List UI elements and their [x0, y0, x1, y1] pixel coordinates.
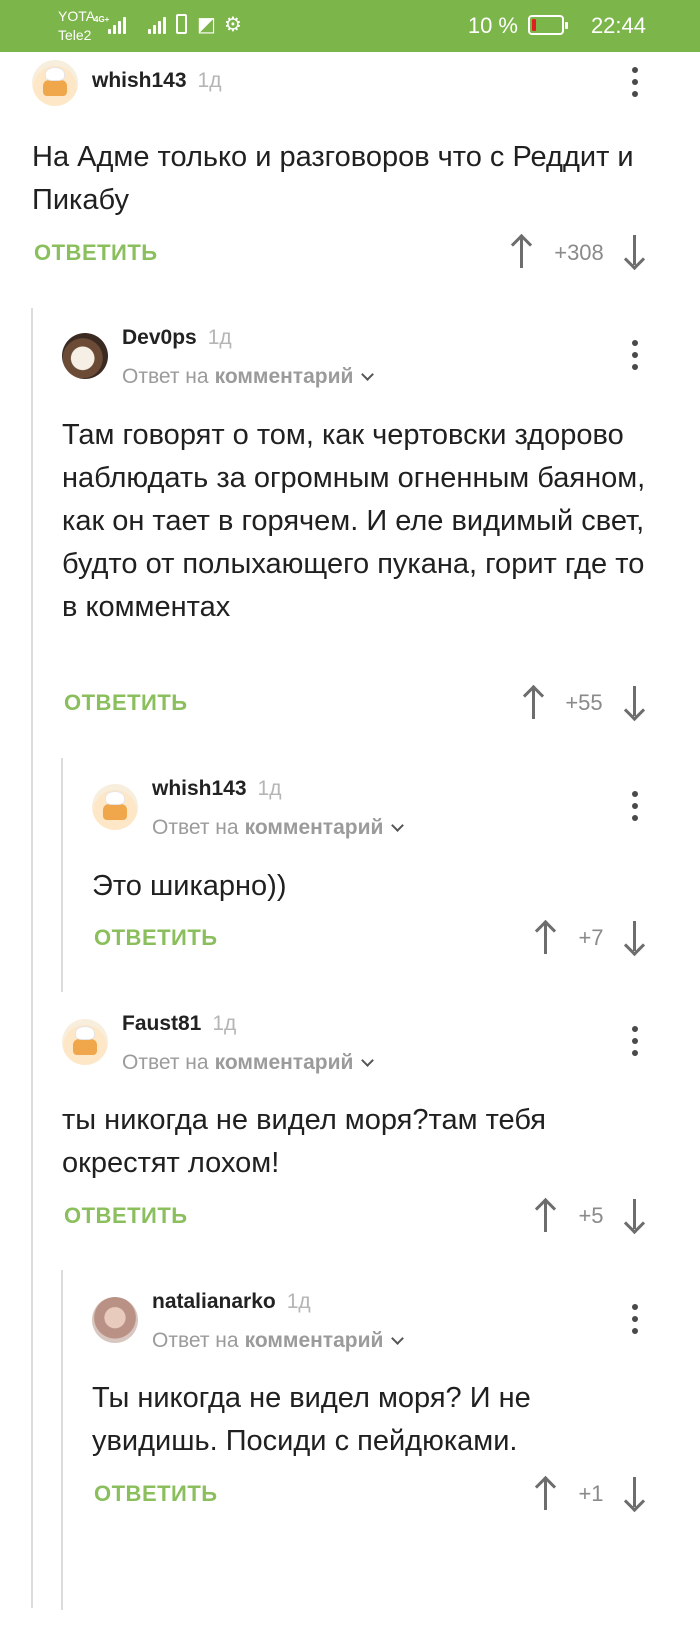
signal-icon — [108, 14, 126, 34]
comment-header: Faust81 1д Ответ на комментарий — [62, 1012, 375, 1075]
reply-to[interactable]: Ответ на комментарий — [122, 1051, 375, 1075]
username[interactable]: whish143 — [152, 777, 247, 801]
comment-header: whish143 1д — [32, 60, 221, 106]
more-options-icon[interactable] — [630, 1304, 640, 1334]
comment-header: whish143 1д Ответ на комментарий — [92, 777, 405, 840]
avatar[interactable] — [32, 60, 78, 106]
reply-button[interactable]: ОТВЕТИТЬ — [94, 1481, 218, 1507]
downvote-icon[interactable] — [623, 235, 647, 271]
upvote-icon[interactable] — [510, 233, 534, 269]
signal-icon — [148, 14, 166, 34]
reply-to-prefix: Ответ на — [122, 365, 209, 388]
upvote-icon[interactable] — [522, 684, 546, 720]
carrier-name-2: Tele2 — [58, 27, 92, 43]
reply-button[interactable]: ОТВЕТИТЬ — [34, 240, 158, 266]
comment-age: 1д — [197, 69, 222, 92]
chevron-down-icon[interactable] — [391, 1331, 405, 1345]
username[interactable]: Dev0ps — [122, 326, 197, 350]
comment-score: +5 — [578, 1203, 604, 1228]
status-bar: YOTA Tele2 4G+ ◩ ⚙ 10 % 22:44 — [0, 0, 700, 52]
gear-icon: ⚙ — [224, 14, 242, 36]
more-options-icon[interactable] — [630, 340, 640, 370]
chevron-down-icon[interactable] — [361, 367, 375, 381]
comment-text: На Адме только и разговоров что с Реддит… — [32, 141, 634, 216]
reply-to-target[interactable]: комментарий — [215, 1051, 354, 1075]
reply-to-prefix: Ответ на — [122, 1051, 209, 1074]
comment-header: Dev0ps 1д Ответ на комментарий — [62, 326, 375, 389]
upvote-icon[interactable] — [534, 919, 558, 955]
comment-text: Это шикарно)) — [92, 870, 287, 902]
reply-button[interactable]: ОТВЕТИТЬ — [94, 925, 218, 951]
clock: 22:44 — [590, 13, 646, 38]
battery-percent: 10 % — [467, 13, 518, 38]
upvote-icon[interactable] — [534, 1475, 558, 1511]
reply-to-target[interactable]: комментарий — [245, 816, 384, 840]
comment-score: +55 — [565, 690, 603, 715]
downvote-icon[interactable] — [623, 1199, 647, 1235]
upvote-icon[interactable] — [534, 1197, 558, 1233]
reply-to-prefix: Ответ на — [152, 816, 239, 839]
comment-text: ты никогда не видел моря?там тебя окрест… — [62, 1104, 547, 1179]
more-options-icon[interactable] — [630, 791, 640, 821]
avatar[interactable] — [62, 333, 108, 379]
downvote-icon[interactable] — [623, 686, 647, 722]
downvote-icon[interactable] — [623, 1477, 647, 1513]
comment-score: +1 — [578, 1481, 604, 1506]
reply-to-target[interactable]: комментарий — [245, 1329, 384, 1353]
username[interactable]: whish143 — [92, 69, 187, 93]
avatar[interactable] — [92, 784, 138, 830]
comment-text: Там говорят о том, как чертовски здорово… — [62, 419, 646, 623]
more-options-icon[interactable] — [630, 1026, 640, 1056]
chevron-down-icon[interactable] — [391, 818, 405, 832]
comment-text: Ты никогда не видел моря? И не увидишь. … — [92, 1382, 531, 1457]
reply-button[interactable]: ОТВЕТИТЬ — [64, 1203, 188, 1229]
reply-to[interactable]: Ответ на комментарий — [152, 816, 405, 840]
more-options-icon[interactable] — [630, 67, 640, 97]
comment-age: 1д — [286, 1290, 311, 1313]
comment-age: 1д — [257, 777, 282, 800]
battery-icon — [528, 15, 568, 35]
reply-to-prefix: Ответ на — [152, 1329, 239, 1352]
thread-line — [61, 1270, 63, 1610]
username[interactable]: natalianarko — [152, 1290, 276, 1314]
comment-score: +7 — [578, 925, 604, 950]
reply-button[interactable]: ОТВЕТИТЬ — [64, 690, 188, 716]
reply-to[interactable]: Ответ на комментарий — [152, 1329, 405, 1353]
carrier-info: YOTA Tele2 4G+ — [58, 7, 109, 45]
avatar[interactable] — [92, 1297, 138, 1343]
avatar[interactable] — [62, 1019, 108, 1065]
username[interactable]: Faust81 — [122, 1012, 201, 1036]
comment-header: natalianarko 1д Ответ на комментарий — [92, 1290, 405, 1353]
downvote-icon[interactable] — [623, 921, 647, 957]
comment-age: 1д — [207, 326, 232, 349]
thread-line — [31, 308, 33, 1608]
battery-saver-icon — [176, 14, 187, 34]
comment-age: 1д — [212, 1012, 237, 1035]
chevron-down-icon[interactable] — [361, 1053, 375, 1067]
comment-score: +308 — [554, 240, 604, 265]
nfc-icon: ◩ — [197, 14, 216, 36]
reply-to[interactable]: Ответ на комментарий — [122, 365, 375, 389]
reply-to-target[interactable]: комментарий — [215, 365, 354, 389]
carrier-name-1: YOTA — [58, 8, 96, 24]
thread-line — [61, 758, 63, 992]
